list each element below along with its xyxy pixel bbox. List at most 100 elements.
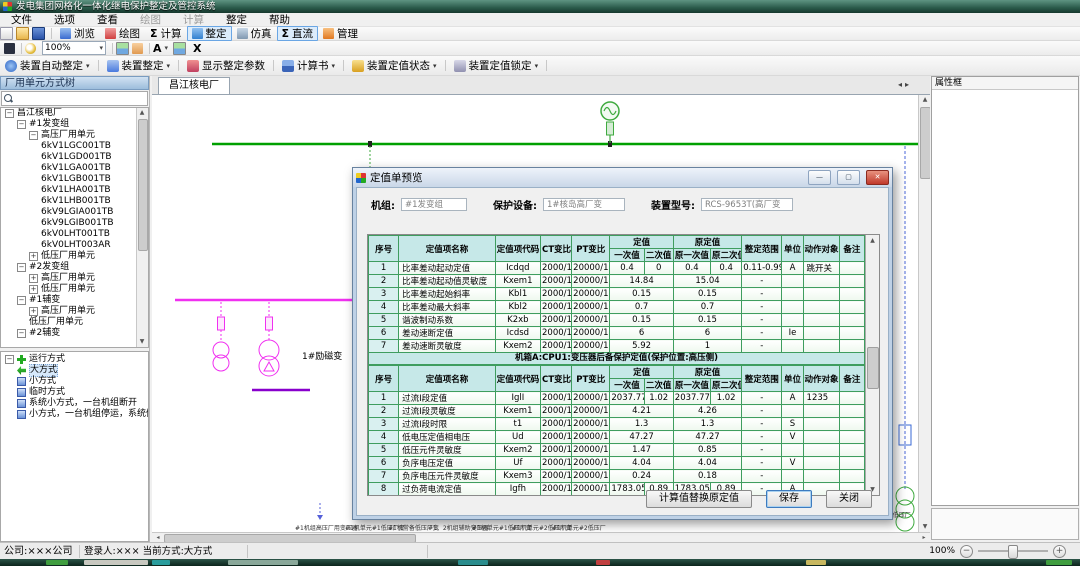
tree-item[interactable]: −运行方式 [1,354,148,365]
menu-item[interactable]: 计算 [172,13,215,27]
tree-item[interactable]: 6kV1LGD001TB [1,152,148,163]
tree-item[interactable]: 6kV1LGA001TB [1,163,148,174]
toolbar-button[interactable]: 绘图 [100,26,145,41]
zoom-in-icon[interactable]: + [1053,545,1066,558]
table-row[interactable]: 2比率差动起动值灵敏度Kxem12000/120000/10014.8415.0… [369,275,865,288]
generator-icon[interactable] [601,102,619,143]
save-button[interactable]: 保存 [766,490,812,508]
binoculars-icon[interactable] [4,43,15,54]
menu-item[interactable]: 选项 [43,13,86,27]
toolbar-button[interactable]: 管理 [318,26,363,41]
excitation-transformer-icon[interactable] [259,302,279,376]
menu-item[interactable]: 查看 [86,13,129,27]
tree-item[interactable]: 临时方式 [1,387,148,398]
scroll-down-icon[interactable]: ▼ [137,337,147,347]
chevron-down-icon[interactable]: ▾ [332,62,336,70]
pan-hand-icon[interactable] [132,43,143,54]
chevron-down-icon[interactable]: ▾ [86,62,90,70]
expander-icon[interactable]: − [17,329,26,338]
tree-item[interactable]: 小方式，一台机组停运，系统侧断开 [1,409,148,420]
tree-item[interactable]: 6kV1LGB001TB [1,174,148,185]
scrollbar-thumb[interactable] [138,119,148,251]
table-scrollbar[interactable]: ▲ ▼ [865,235,879,495]
tree-item[interactable]: −#1辅变 [1,295,148,306]
chevron-down-icon[interactable]: ▾ [165,44,169,52]
close-icon[interactable]: ✕ [866,170,889,185]
menu-item[interactable]: 绘图 [129,13,172,27]
table-row[interactable]: 7负序电压元件灵敏度Kxem32000/120000/1000.240.18- [369,470,865,483]
table-row[interactable]: 5谐波制动系数K2xb2000/120000/1000.150.15- [369,314,865,327]
tree-item[interactable]: −昌江核电厂 [1,108,148,119]
expander-icon[interactable]: − [5,355,14,364]
table-row[interactable]: 3比率差动起始斜率Kbl12000/120000/1000.150.15- [369,288,865,301]
chevron-down-icon[interactable]: ▾ [433,62,437,70]
delete-tool-button[interactable]: X [193,42,201,55]
scroll-up-icon[interactable]: ▲ [920,95,930,105]
table-row[interactable]: 4低电压定值相电压Ud2000/120000/10047.2747.27-V [369,431,865,444]
maximize-button[interactable]: ▢ [837,170,860,185]
table-row[interactable]: 4比率差动最大斜率Kbl22000/120000/1000.70.7- [369,301,865,314]
tree-item[interactable]: −高压厂用单元 [1,130,148,141]
expander-icon[interactable]: − [17,120,26,129]
tree-item[interactable]: 6kV1LHB001TB [1,196,148,207]
toolbar-button[interactable]: 装置定值锁定▾ [449,57,544,75]
new-file-icon[interactable] [0,27,13,40]
tab-scroll-arrows[interactable]: ◂▸ [898,80,912,89]
text-tool-button[interactable]: A [153,42,162,55]
open-folder-icon[interactable] [16,27,29,40]
toolbar-button[interactable]: 显示整定参数 [182,57,270,75]
menu-item[interactable]: 文件 [0,13,43,27]
table-row[interactable]: 2过流I段灵敏度Kxem12000/120000/1004.214.26- [369,405,865,418]
three-winding-transformer-icon[interactable] [896,487,914,531]
search-input[interactable] [13,92,147,105]
tree-item[interactable]: 6kV1LGC001TB [1,141,148,152]
replace-with-calculated-button[interactable]: 计算值替换原定值 [646,490,752,508]
table-row[interactable]: 1比率差动起动定值Icdqd2000/120000/1000.400.40.40… [369,262,865,275]
chevron-down-icon[interactable]: ▾ [535,62,539,70]
tree-item[interactable]: 大方式 [1,365,148,376]
table-row[interactable]: 7差动速断灵敏度Kxem22000/120000/1005.921- [369,340,865,353]
expander-icon[interactable]: + [29,285,38,294]
zoom-level-select[interactable]: 100% ▾ [42,41,106,55]
tree-item[interactable]: +低压厂用单元 [1,251,148,262]
dialog-title-bar[interactable]: 定值单预览 — ▢ ✕ [353,168,892,187]
tab-station-diagram[interactable]: 昌江核电厂 [158,77,230,94]
tree-search-box[interactable] [1,91,148,106]
zoom-out-icon[interactable]: − [960,545,973,558]
toolbar-button[interactable]: Σ直流 [277,26,319,41]
tree-item[interactable]: 低压厂用单元 [1,317,148,328]
expander-icon[interactable]: − [5,109,14,118]
toolbar-button[interactable]: 装置自动整定▾ [0,57,95,75]
expander-icon[interactable]: − [17,263,26,272]
expander-icon[interactable]: + [29,252,38,261]
save-icon[interactable] [32,27,45,40]
tree-item[interactable]: 6kV9LGIB001TB [1,218,148,229]
scroll-up-icon[interactable]: ▲ [137,108,147,118]
table-row[interactable]: 1过流I段定值IglI2000/120000/1002037.771.02203… [369,392,865,405]
tree-item[interactable]: 6kV0LHT001TB [1,229,148,240]
zoom-slider-thumb[interactable] [1008,545,1018,559]
toolbar-button[interactable]: 计算书▾ [277,57,340,75]
scroll-up-icon[interactable]: ▲ [866,235,879,246]
tree-item[interactable]: +低压厂用单元 [1,284,148,295]
tree-item[interactable]: +高压厂用单元 [1,306,148,317]
table-row[interactable]: 6差动速断定值Icdsd2000/120000/10066-Ie [369,327,865,340]
menu-item[interactable]: 帮助 [258,13,301,27]
expander-icon[interactable]: + [29,274,38,283]
chevron-down-icon[interactable]: ▾ [167,62,171,70]
table-row[interactable]: 5低压元件灵敏度Kxem22000/120000/1001.470.85- [369,444,865,457]
model-field-value[interactable]: RCS-9653T(高厂变 [701,198,793,211]
toolbar-button[interactable]: 装置整定▾ [102,57,176,75]
tree-scrollbar[interactable]: ▲ ▼ [136,108,148,347]
toolbar-button[interactable]: Σ计算 [145,26,187,41]
toolbar-button[interactable]: 整定 [187,26,232,41]
toolbar-button[interactable]: 浏览 [55,26,100,41]
tree-item[interactable]: 6kV9LGIA001TB [1,207,148,218]
scrollbar-thumb[interactable] [867,347,879,389]
scroll-down-icon[interactable]: ▼ [920,522,930,532]
device-field-value[interactable]: 1#核岛高厂变 [543,198,625,211]
menu-item[interactable]: 整定 [215,13,258,27]
tree-item[interactable]: 系统小方式，一台机组断开 [1,398,148,409]
toolbar-button[interactable]: 装置定值状态▾ [347,57,442,75]
tree-item[interactable]: −#1发变组 [1,119,148,130]
